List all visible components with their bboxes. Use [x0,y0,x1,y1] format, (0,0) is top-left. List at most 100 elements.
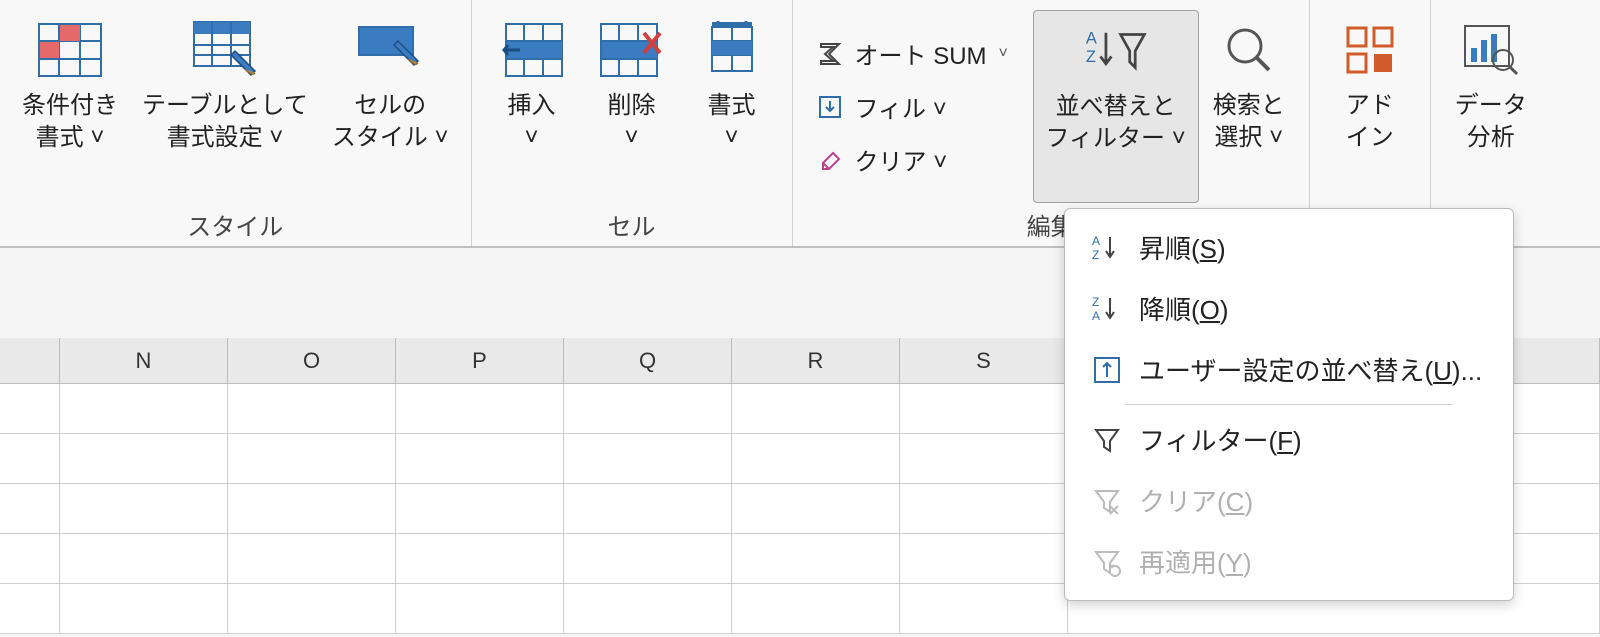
format-as-table-button[interactable]: テーブルとして 書式設定 ˅ [130,10,320,203]
cell[interactable] [732,584,900,634]
format-button[interactable]: 書式 ˅ [682,10,782,203]
cell[interactable] [564,384,732,434]
svg-text:Z: Z [1092,295,1099,309]
cell[interactable] [396,434,564,484]
cell-styles-icon [358,18,422,82]
chevron-down-icon: ˅ [999,45,1008,63]
delete-button[interactable]: 削除 ˅ [582,10,682,203]
delete-label: 削除 ˅ [608,90,656,155]
menu-sort-descending[interactable]: ZA 降順(O) [1065,278,1513,339]
menu-separator [1125,404,1453,405]
sigma-icon [815,39,845,69]
cell[interactable] [228,484,396,534]
group-styles: 条件付き 書式 ˅ テーブルとして 書式設定 ˅ [0,0,472,246]
eraser-icon [815,145,845,175]
sort-filter-button[interactable]: A Z 並べ替えと フィルター ˅ [1033,10,1199,203]
cell[interactable] [0,584,60,634]
cell[interactable] [60,484,228,534]
cell-styles-button[interactable]: セルの スタイル ˅ [320,10,461,203]
addins-button[interactable]: アド イン [1320,10,1420,238]
autosum-label: オート SUM [855,36,987,71]
cell[interactable] [60,534,228,584]
cell[interactable] [60,384,228,434]
menu-sort-asc-label: 昇順(S) [1139,229,1226,266]
cell[interactable] [60,434,228,484]
custom-sort-icon [1091,354,1123,386]
data-analysis-label: データ 分析 [1455,90,1527,155]
cell[interactable] [396,484,564,534]
sort-desc-icon: ZA [1091,293,1123,325]
column-header[interactable]: R [732,338,900,383]
cell[interactable] [900,484,1068,534]
cell[interactable] [732,484,900,534]
cell[interactable] [564,434,732,484]
column-header[interactable]: P [396,338,564,383]
editing-small-list: オート SUM ˅ フィル ˅ クリア ˅ [803,10,1033,203]
conditional-formatting-icon [38,18,102,82]
addins-label: アド イン [1346,90,1394,155]
cell[interactable] [396,534,564,584]
cell[interactable] [0,384,60,434]
autosum-button[interactable]: オート SUM ˅ [815,36,1008,71]
cell[interactable] [228,534,396,584]
sort-asc-icon: AZ [1091,232,1123,264]
sort-filter-label: 並べ替えと フィルター ˅ [1046,91,1186,156]
cell[interactable] [900,584,1068,634]
cell[interactable] [900,434,1068,484]
column-header[interactable]: S [900,338,1068,383]
funnel-reapply-icon [1091,546,1123,578]
format-as-table-icon [193,18,257,82]
find-select-label: 検索と 選択 ˅ [1213,90,1285,155]
cell[interactable] [732,434,900,484]
funnel-clear-icon [1091,485,1123,517]
cell-styles-label: セルの スタイル ˅ [332,90,449,155]
column-header[interactable]: N [60,338,228,383]
find-select-button[interactable]: 検索と 選択 ˅ [1199,10,1299,203]
format-icon [700,18,764,82]
cell[interactable] [0,534,60,584]
insert-button[interactable]: 挿入 ˅ [482,10,582,203]
svg-text:A: A [1092,309,1100,323]
cell[interactable] [732,384,900,434]
menu-sort-ascending[interactable]: AZ 昇順(S) [1065,217,1513,278]
cell[interactable] [0,484,60,534]
insert-label: 挿入 ˅ [508,90,556,155]
cell[interactable] [900,384,1068,434]
cell[interactable] [396,584,564,634]
cell[interactable] [228,434,396,484]
fill-button[interactable]: フィル ˅ [815,89,947,124]
menu-custom-sort-label: ユーザー設定の並べ替え(U)... [1139,351,1482,388]
cell[interactable] [396,384,564,434]
svg-text:A: A [1092,234,1100,248]
fill-down-icon [815,92,845,122]
cell[interactable] [228,584,396,634]
column-header-stub[interactable] [0,338,60,383]
data-analysis-button[interactable]: データ 分析 [1441,10,1541,238]
addins-icon [1338,18,1402,82]
menu-reapply-label: 再適用(Y) [1139,543,1252,580]
svg-text:A: A [1085,30,1096,48]
cell[interactable] [0,434,60,484]
conditional-formatting-button[interactable]: 条件付き 書式 ˅ [10,10,130,203]
cell[interactable] [900,534,1068,584]
sort-filter-menu: AZ 昇順(S) ZA 降順(O) ユーザー設定の並べ替え(U)... フィルタ… [1064,208,1514,601]
format-as-table-label: テーブルとして 書式設定 ˅ [142,90,308,155]
cell[interactable] [732,534,900,584]
cell[interactable] [228,384,396,434]
menu-filter[interactable]: フィルター(F) [1065,409,1513,470]
column-header[interactable]: Q [564,338,732,383]
menu-clear-filter: クリア(C) [1065,470,1513,531]
cell[interactable] [60,584,228,634]
clear-label: クリア ˅ [855,142,948,177]
menu-custom-sort[interactable]: ユーザー設定の並べ替え(U)... [1065,339,1513,400]
cell[interactable] [564,534,732,584]
cell[interactable] [564,484,732,534]
format-label: 書式 ˅ [708,90,756,155]
menu-clear-filter-label: クリア(C) [1139,482,1253,519]
clear-button[interactable]: クリア ˅ [815,142,948,177]
column-header[interactable]: O [228,338,396,383]
menu-sort-desc-label: 降順(O) [1139,290,1229,327]
svg-text:Z: Z [1092,248,1099,262]
funnel-icon [1091,424,1123,456]
cell[interactable] [564,584,732,634]
